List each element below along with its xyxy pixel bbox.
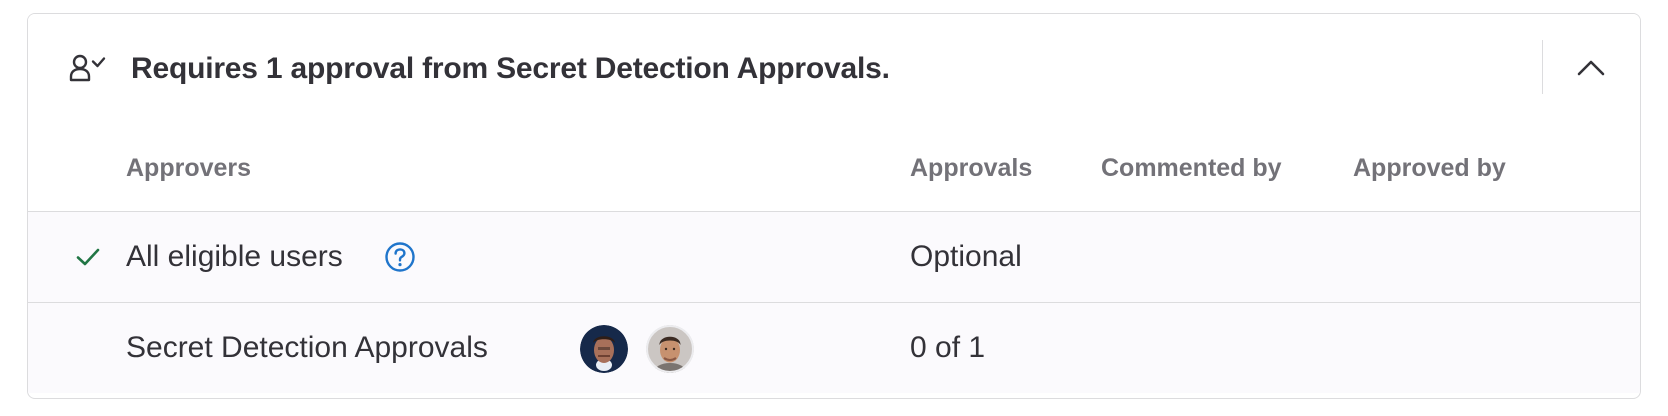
approval-user-check-icon [69,54,109,82]
table-header-row: Approvers Approvals Commented by Approve… [28,121,1640,212]
table-row: All eligible users Optional [28,212,1640,303]
widget-header: Requires 1 approval from Secret Detectio… [28,14,1640,122]
question-circle-icon[interactable] [384,241,416,273]
approvals-status: 0 of 1 [910,331,986,364]
approver-name: Secret Detection Approvals [126,331,488,364]
approval-rules-widget: Requires 1 approval from Secret Detectio… [27,13,1641,399]
check-icon [75,245,101,269]
header-divider [1542,40,1543,94]
approvals-status: Optional [910,240,1022,273]
column-header-approved-by: Approved by [1353,154,1506,182]
chevron-up-icon [1577,60,1605,76]
user-avatar[interactable] [580,325,628,373]
column-header-approvals: Approvals [910,154,1033,182]
approver-name: All eligible users [126,240,343,273]
column-header-approvers: Approvers [126,154,252,182]
table-row: Secret Detection Approvals 0 of 1 [28,303,1640,393]
column-header-commented-by: Commented by [1101,154,1282,182]
collapse-button[interactable] [1568,46,1614,90]
user-avatar[interactable] [646,325,694,373]
approval-summary-title: Requires 1 approval from Secret Detectio… [131,52,890,85]
